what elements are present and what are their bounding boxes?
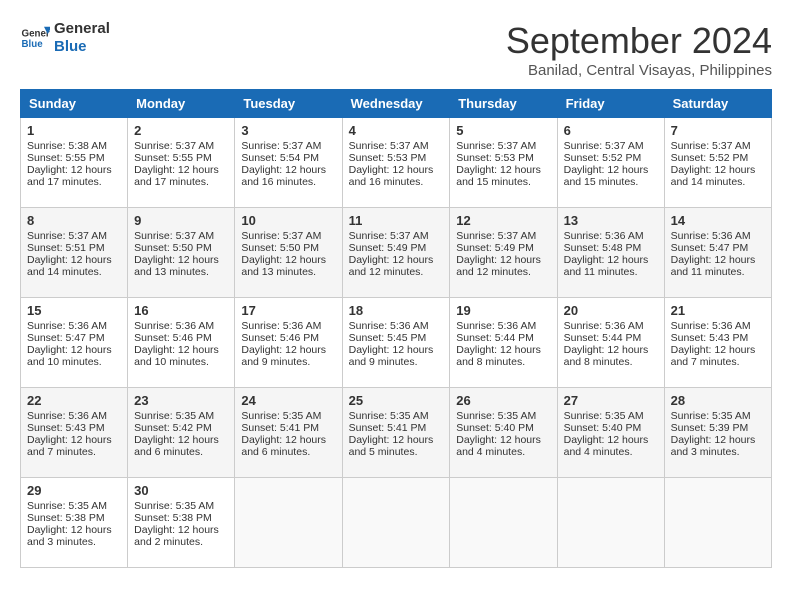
empty-cell-2 (342, 478, 450, 568)
day-23: 23 Sunrise: 5:35 AMSunset: 5:42 PMDaylig… (128, 388, 235, 478)
col-saturday: Saturday (664, 90, 771, 118)
col-monday: Monday (128, 90, 235, 118)
day-2: 2 Sunrise: 5:37 AMSunset: 5:55 PMDayligh… (128, 118, 235, 208)
day-22: 22 Sunrise: 5:36 AMSunset: 5:43 PMDaylig… (21, 388, 128, 478)
title-block: September 2024 Banilad, Central Visayas,… (506, 20, 772, 79)
month-title: September 2024 (506, 20, 772, 62)
day-5: 5 Sunrise: 5:37 AMSunset: 5:53 PMDayligh… (450, 118, 557, 208)
calendar-header-row: Sunday Monday Tuesday Wednesday Thursday… (21, 90, 772, 118)
empty-cell-1 (235, 478, 342, 568)
svg-text:Blue: Blue (22, 39, 44, 50)
day-27: 27 Sunrise: 5:35 AMSunset: 5:40 PMDaylig… (557, 388, 664, 478)
logo-icon: General Blue (20, 23, 50, 53)
week-1: 1 Sunrise: 5:38 AMSunset: 5:55 PMDayligh… (21, 118, 772, 208)
day-12: 12 Sunrise: 5:37 AMSunset: 5:49 PMDaylig… (450, 208, 557, 298)
day-8: 8 Sunrise: 5:37 AMSunset: 5:51 PMDayligh… (21, 208, 128, 298)
day-17: 17 Sunrise: 5:36 AMSunset: 5:46 PMDaylig… (235, 298, 342, 388)
day-10: 10 Sunrise: 5:37 AMSunset: 5:50 PMDaylig… (235, 208, 342, 298)
day-25: 25 Sunrise: 5:35 AMSunset: 5:41 PMDaylig… (342, 388, 450, 478)
page-header: General Blue General Blue September 2024… (20, 20, 772, 79)
day-1: 1 Sunrise: 5:38 AMSunset: 5:55 PMDayligh… (21, 118, 128, 208)
day-28: 28 Sunrise: 5:35 AMSunset: 5:39 PMDaylig… (664, 388, 771, 478)
empty-cell-4 (557, 478, 664, 568)
day-3: 3 Sunrise: 5:37 AMSunset: 5:54 PMDayligh… (235, 118, 342, 208)
day-13: 13 Sunrise: 5:36 AMSunset: 5:48 PMDaylig… (557, 208, 664, 298)
day-6: 6 Sunrise: 5:37 AMSunset: 5:52 PMDayligh… (557, 118, 664, 208)
empty-cell-5 (664, 478, 771, 568)
day-16: 16 Sunrise: 5:36 AMSunset: 5:46 PMDaylig… (128, 298, 235, 388)
week-3: 15 Sunrise: 5:36 AMSunset: 5:47 PMDaylig… (21, 298, 772, 388)
day-11: 11 Sunrise: 5:37 AMSunset: 5:49 PMDaylig… (342, 208, 450, 298)
week-2: 8 Sunrise: 5:37 AMSunset: 5:51 PMDayligh… (21, 208, 772, 298)
col-tuesday: Tuesday (235, 90, 342, 118)
empty-cell-3 (450, 478, 557, 568)
logo-text-general: General (54, 20, 110, 38)
col-friday: Friday (557, 90, 664, 118)
location-subtitle: Banilad, Central Visayas, Philippines (506, 62, 772, 79)
day-15: 15 Sunrise: 5:36 AMSunset: 5:47 PMDaylig… (21, 298, 128, 388)
col-sunday: Sunday (21, 90, 128, 118)
calendar-table: Sunday Monday Tuesday Wednesday Thursday… (20, 89, 772, 568)
logo-text-blue: Blue (54, 38, 110, 56)
day-26: 26 Sunrise: 5:35 AMSunset: 5:40 PMDaylig… (450, 388, 557, 478)
day-14: 14 Sunrise: 5:36 AMSunset: 5:47 PMDaylig… (664, 208, 771, 298)
week-5: 29 Sunrise: 5:35 AMSunset: 5:38 PMDaylig… (21, 478, 772, 568)
week-4: 22 Sunrise: 5:36 AMSunset: 5:43 PMDaylig… (21, 388, 772, 478)
logo: General Blue General Blue (20, 20, 110, 56)
day-24: 24 Sunrise: 5:35 AMSunset: 5:41 PMDaylig… (235, 388, 342, 478)
day-9: 9 Sunrise: 5:37 AMSunset: 5:50 PMDayligh… (128, 208, 235, 298)
day-21: 21 Sunrise: 5:36 AMSunset: 5:43 PMDaylig… (664, 298, 771, 388)
col-thursday: Thursday (450, 90, 557, 118)
day-18: 18 Sunrise: 5:36 AMSunset: 5:45 PMDaylig… (342, 298, 450, 388)
day-20: 20 Sunrise: 5:36 AMSunset: 5:44 PMDaylig… (557, 298, 664, 388)
day-30: 30 Sunrise: 5:35 AMSunset: 5:38 PMDaylig… (128, 478, 235, 568)
day-7: 7 Sunrise: 5:37 AMSunset: 5:52 PMDayligh… (664, 118, 771, 208)
day-19: 19 Sunrise: 5:36 AMSunset: 5:44 PMDaylig… (450, 298, 557, 388)
day-4: 4 Sunrise: 5:37 AMSunset: 5:53 PMDayligh… (342, 118, 450, 208)
day-29: 29 Sunrise: 5:35 AMSunset: 5:38 PMDaylig… (21, 478, 128, 568)
col-wednesday: Wednesday (342, 90, 450, 118)
